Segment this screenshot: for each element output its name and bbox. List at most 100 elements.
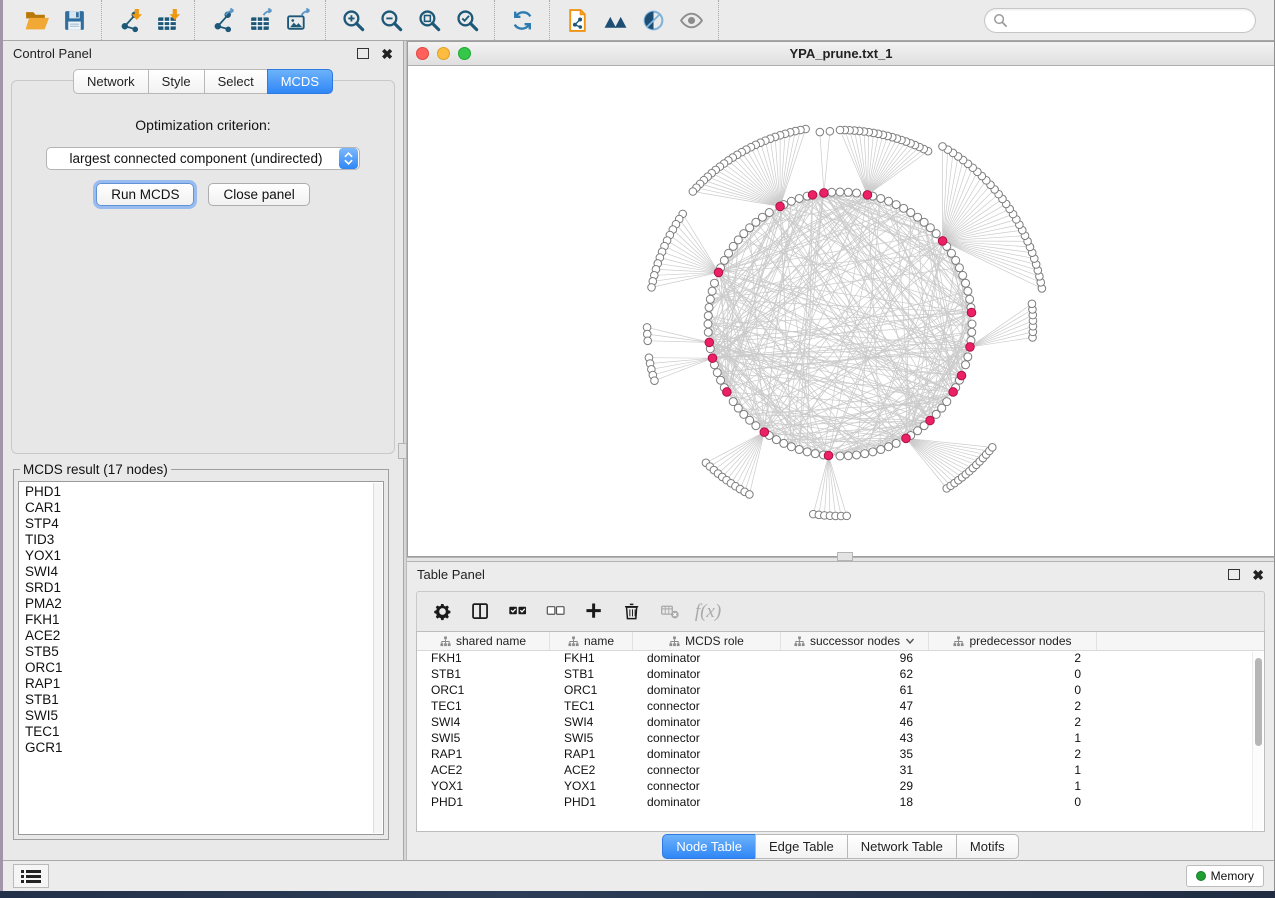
tab-node-table[interactable]: Node Table [662,834,755,859]
mcds-node-item[interactable]: ORC1 [25,660,383,676]
close-panel-icon[interactable]: ✖ [1252,568,1264,582]
mcds-node-item[interactable]: FKH1 [25,612,383,628]
network-node[interactable] [803,448,811,456]
network-node[interactable] [828,188,836,196]
mcds-node-item[interactable]: SWI4 [25,564,383,580]
memory-button[interactable]: Memory [1186,865,1264,887]
network-node[interactable] [836,126,844,134]
splitter-handle[interactable] [398,443,407,459]
table-row[interactable]: SWI4SWI4dominator462 [417,715,1264,731]
optimization-criterion-select[interactable]: largest connected component (undirected) [46,147,360,170]
network-node[interactable] [844,452,852,460]
scrollbar-thumb[interactable] [1255,658,1262,746]
network-node[interactable] [704,320,712,328]
settings-gear-button[interactable] [425,596,459,628]
mcds-node[interactable] [824,451,833,460]
network-canvas[interactable] [408,66,1274,556]
mcds-node[interactable] [863,191,872,200]
window-close-icon[interactable] [416,47,429,60]
tab-motifs[interactable]: Motifs [956,834,1019,859]
network-node[interactable] [836,452,844,460]
table-row[interactable]: YOX1YOX1connector291 [417,779,1264,795]
open-file-button[interactable] [17,4,55,36]
network-node[interactable] [780,439,788,447]
mcds-node[interactable] [949,388,958,397]
window-minimize-icon[interactable] [437,47,450,60]
network-node[interactable] [826,127,834,135]
tab-network[interactable]: Network [73,69,148,94]
graphics-details-button[interactable] [634,4,672,36]
network-node[interactable] [651,377,659,385]
mcds-node-item[interactable]: PMA2 [25,596,383,612]
network-node[interactable] [952,256,960,264]
network-node[interactable] [907,209,915,217]
network-node[interactable] [795,446,803,454]
network-node[interactable] [710,279,718,287]
network-node[interactable] [844,188,852,196]
network-node[interactable] [648,284,656,292]
network-node[interactable] [644,337,652,345]
network-node[interactable] [989,444,997,452]
mcds-node[interactable] [902,434,911,443]
mcds-node[interactable] [776,202,785,211]
table-row[interactable]: SWI5SWI5connector431 [417,731,1264,747]
save-session-button[interactable] [55,4,93,36]
tab-select[interactable]: Select [204,69,267,94]
zoom-selected-button[interactable] [448,4,486,36]
column-header-MCDS-role[interactable]: MCDS role [633,632,781,650]
close-panel-icon[interactable]: ✖ [381,47,393,61]
window-maximize-icon[interactable] [458,47,471,60]
zoom-fit-button[interactable] [410,4,448,36]
mcds-node-item[interactable]: STB5 [25,644,383,660]
network-node[interactable] [900,204,908,212]
network-node[interactable] [787,443,795,451]
select-all-button[interactable] [501,596,535,628]
tab-style[interactable]: Style [148,69,204,94]
network-node[interactable] [869,448,877,456]
mcds-node-item[interactable]: SRD1 [25,580,383,596]
zoom-out-button[interactable] [372,4,410,36]
function-builder-button[interactable]: f(x) [691,596,725,628]
network-node[interactable] [939,143,947,151]
mcds-node[interactable] [966,343,975,352]
mcds-node[interactable] [938,237,947,246]
mcds-node-item[interactable]: TEC1 [25,724,383,740]
network-node[interactable] [752,422,760,430]
tab-edge-table[interactable]: Edge Table [755,834,847,859]
float-panel-icon[interactable] [357,48,369,59]
show-panels-button[interactable] [13,864,49,888]
delete-table-button[interactable] [653,596,687,628]
network-node[interactable] [708,287,716,295]
table-row[interactable]: PHD1PHD1dominator180 [417,795,1264,811]
network-node[interactable] [885,197,893,205]
network-node[interactable] [962,279,970,287]
export-network-button[interactable] [203,4,241,36]
network-node[interactable] [964,287,972,295]
network-node[interactable] [943,398,951,406]
network-node[interactable] [816,128,824,136]
mcds-node-item[interactable]: STB1 [25,692,383,708]
network-node[interactable] [892,201,900,209]
network-node[interactable] [877,194,885,202]
network-node[interactable] [704,328,712,336]
mcds-node-item[interactable]: YOX1 [25,548,383,564]
network-node[interactable] [861,450,869,458]
mcds-node-item[interactable]: RAP1 [25,676,383,692]
network-node[interactable] [892,439,900,447]
network-node[interactable] [795,194,803,202]
network-node[interactable] [725,249,733,257]
network-node[interactable] [705,303,713,311]
network-node[interactable] [717,376,725,384]
network-node[interactable] [689,188,697,196]
float-panel-icon[interactable] [1228,569,1240,580]
mcds-node-item[interactable]: TID3 [25,532,383,548]
mcds-node-item[interactable]: GCR1 [25,740,383,756]
network-node[interactable] [955,264,963,272]
splitter-handle[interactable] [837,552,853,561]
mcds-node[interactable] [820,189,829,198]
column-header-shared-name[interactable]: shared name [417,632,550,650]
close-panel-button[interactable]: Close panel [208,183,309,206]
network-node[interactable] [968,328,976,336]
tab-mcds[interactable]: MCDS [267,69,333,94]
network-node[interactable] [959,271,967,279]
